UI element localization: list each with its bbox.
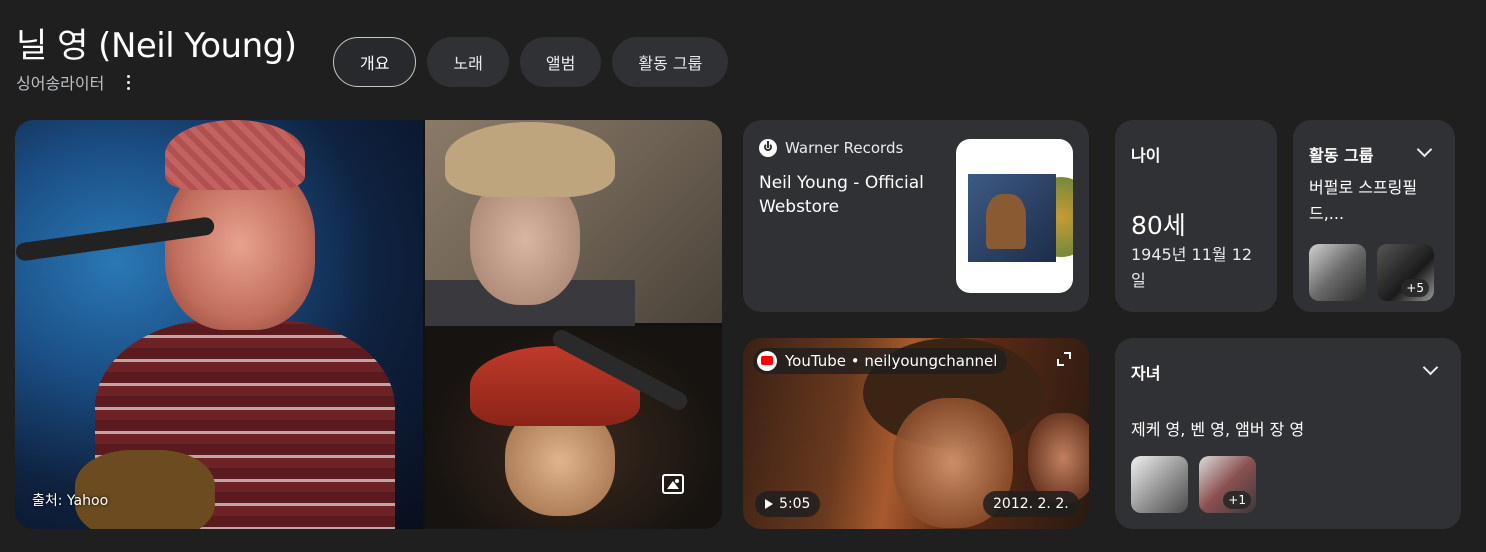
age-label: 나이 bbox=[1131, 146, 1161, 165]
child-thumbnail[interactable]: +1 bbox=[1199, 456, 1256, 513]
birth-date: 1945년 11월 12일 bbox=[1131, 245, 1253, 290]
more-count-badge: +5 bbox=[1401, 279, 1429, 297]
image-source-label: 출처: Yahoo bbox=[32, 493, 109, 509]
children-value[interactable]: 제케 영, 벤 영, 앰버 장 영 bbox=[1131, 416, 1304, 440]
subtitle: 싱어송라이터 bbox=[16, 74, 105, 93]
chevron-down-icon[interactable] bbox=[1422, 359, 1439, 376]
play-icon bbox=[765, 499, 773, 509]
children-card[interactable]: 자녀 제케 영, 벤 영, 앰버 장 영 +1 bbox=[1115, 338, 1461, 529]
group-thumbnail[interactable] bbox=[1309, 244, 1366, 301]
expand-icon[interactable] bbox=[1057, 352, 1071, 366]
children-label: 자녀 bbox=[1131, 364, 1161, 383]
group-thumbnail[interactable]: +5 bbox=[1377, 244, 1434, 301]
warner-logo-icon bbox=[759, 139, 777, 157]
page-title: 닐 영 (Neil Young) bbox=[16, 26, 297, 66]
album-thumbnail[interactable] bbox=[956, 139, 1073, 293]
video-source-label: YouTube • neilyoungchannel bbox=[785, 352, 998, 370]
image-gallery-icon[interactable] bbox=[662, 474, 684, 494]
more-count-badge: +1 bbox=[1223, 491, 1251, 509]
main-photo[interactable] bbox=[15, 120, 423, 529]
tab-groups[interactable]: 활동 그룹 bbox=[612, 37, 729, 87]
group-card[interactable]: 활동 그룹 버펄로 스프링필드,... +5 bbox=[1293, 120, 1455, 312]
tab-overview[interactable]: 개요 bbox=[333, 37, 417, 87]
tab-albums[interactable]: 앨범 bbox=[519, 37, 602, 87]
age-value: 80세 bbox=[1131, 211, 1186, 240]
store-source-label: Warner Records bbox=[785, 139, 904, 157]
store-card[interactable]: Warner Records Neil Young - Official Web… bbox=[743, 120, 1089, 312]
store-source: Warner Records bbox=[759, 139, 903, 157]
video-duration-label: 5:05 bbox=[779, 496, 811, 512]
age-card[interactable]: 나이 80세 1945년 11월 12일 bbox=[1115, 120, 1277, 312]
portrait-photo[interactable] bbox=[425, 120, 722, 330]
video-card[interactable]: YouTube • neilyoungchannel 5:05 2012. 2.… bbox=[743, 338, 1089, 529]
youtube-icon bbox=[757, 351, 777, 371]
video-date: 2012. 2. 2. bbox=[983, 491, 1079, 517]
more-options-icon[interactable] bbox=[120, 72, 136, 92]
image-collage[interactable]: 출처: Yahoo bbox=[15, 120, 722, 529]
tab-songs[interactable]: 노래 bbox=[427, 37, 509, 87]
video-duration: 5:05 bbox=[755, 491, 821, 517]
subtitle-row: 싱어송라이터 bbox=[16, 70, 136, 94]
store-name[interactable]: Neil Young - Official Webstore bbox=[759, 171, 939, 219]
tab-bar: 개요 노래 앨범 활동 그룹 bbox=[333, 37, 729, 87]
video-source-badge: YouTube • neilyoungchannel bbox=[753, 348, 1008, 374]
group-value[interactable]: 버펄로 스프링필드,... bbox=[1309, 175, 1444, 227]
group-label: 활동 그룹 bbox=[1309, 146, 1374, 165]
concert-photo[interactable] bbox=[425, 326, 722, 529]
chevron-down-icon[interactable] bbox=[1416, 141, 1433, 158]
child-thumbnail[interactable] bbox=[1131, 456, 1188, 513]
